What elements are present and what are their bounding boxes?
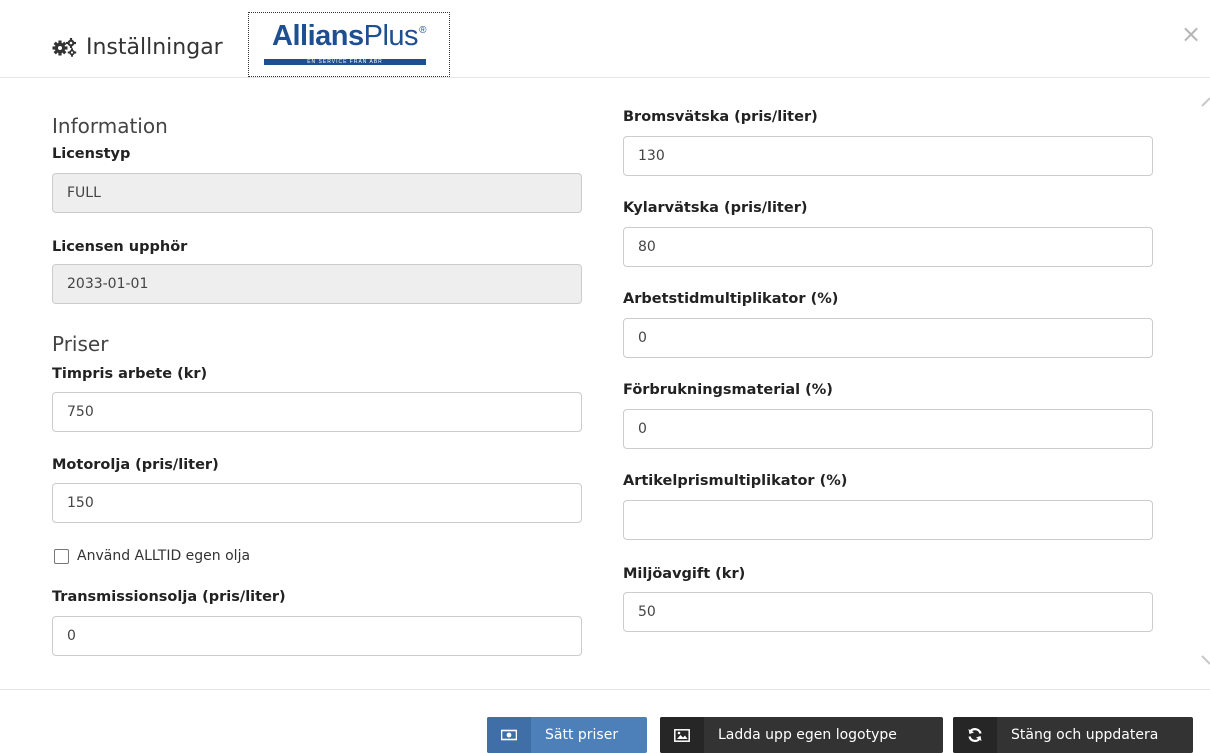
license-type-label: Licenstyp [52, 146, 131, 162]
hourly-rate-label: Timpris arbete (kr) [52, 366, 208, 382]
logo-registered: ® [419, 24, 426, 36]
gears-icon [52, 37, 78, 57]
motor-oil-input[interactable]: 150 [52, 483, 582, 523]
alliansplus-logo: Allians Plus ® [272, 21, 426, 58]
upload-logo-label: Ladda upp egen logotype [718, 727, 897, 743]
article-multiplier-input[interactable] [623, 500, 1153, 540]
motor-oil-label: Motorolja (pris/liter) [52, 457, 219, 473]
env-fee-label: Miljöavgift (kr) [623, 566, 746, 582]
modal-header: Inställningar Allians Plus ® EN SERVICE FR… [0, 0, 1210, 78]
close-and-update-button[interactable]: Stäng och uppdatera [953, 717, 1193, 753]
article-multiplier-label: Artikelprismultiplikator (%) [623, 473, 848, 489]
close-button[interactable]: × [1180, 22, 1202, 46]
coolant-label: Kylarvätska (pris/liter) [623, 200, 808, 216]
set-prices-button[interactable]: Sätt priser [487, 717, 647, 753]
env-fee-input[interactable]: 50 [623, 592, 1153, 632]
consumables-label: Förbrukningsmaterial (%) [623, 382, 833, 398]
tab-settings[interactable]: Inställningar [52, 30, 223, 64]
set-prices-label: Sätt priser [545, 727, 619, 743]
tab-alliansplus-logo[interactable]: Allians Plus ® EN SERVICE FRÅN ABR [248, 12, 450, 77]
modal-body: Information Licenstyp FULL Licensen upph… [0, 79, 1210, 689]
logo-bold-text: Allians [272, 19, 364, 52]
coolant-input[interactable]: 80 [623, 227, 1153, 267]
image-icon [660, 717, 704, 753]
transmission-oil-input[interactable]: 0 [52, 616, 582, 656]
work-multiplier-label: Arbetstidmultiplikator (%) [623, 291, 839, 307]
hourly-rate-input[interactable]: 750 [52, 392, 582, 432]
transmission-oil-label: Transmissionsolja (pris/liter) [52, 589, 286, 605]
money-icon [487, 717, 531, 753]
logo-light-text: Plus [363, 19, 419, 52]
scrollbar[interactable] [1200, 96, 1210, 666]
information-title: Information [52, 114, 168, 138]
brake-fluid-label: Bromsvätska (pris/liter) [623, 109, 818, 125]
brake-fluid-input[interactable]: 130 [623, 136, 1153, 176]
upload-logo-button[interactable]: Ladda upp egen logotype [660, 717, 943, 753]
prices-title: Priser [52, 332, 109, 356]
own-oil-checkbox-row[interactable]: Använd ALLTID egen olja [52, 546, 250, 566]
consumables-input[interactable]: 0 [623, 409, 1153, 449]
own-oil-checkbox[interactable] [54, 548, 69, 564]
modal-footer: Sätt priser Ladda upp egen logotype Stän… [0, 689, 1210, 753]
close-and-update-label: Stäng och uppdatera [1011, 727, 1159, 743]
license-expires-label: Licensen upphör [52, 239, 188, 255]
license-type-field: FULL [52, 173, 582, 213]
license-expires-field: 2033-01-01 [52, 264, 582, 304]
refresh-icon [953, 717, 997, 753]
logo-tagline: EN SERVICE FRÅN ABR [264, 58, 426, 65]
tab-settings-label: Inställningar [86, 34, 223, 60]
own-oil-checkbox-label: Använd ALLTID egen olja [77, 548, 251, 564]
work-multiplier-input[interactable]: 0 [623, 318, 1153, 358]
